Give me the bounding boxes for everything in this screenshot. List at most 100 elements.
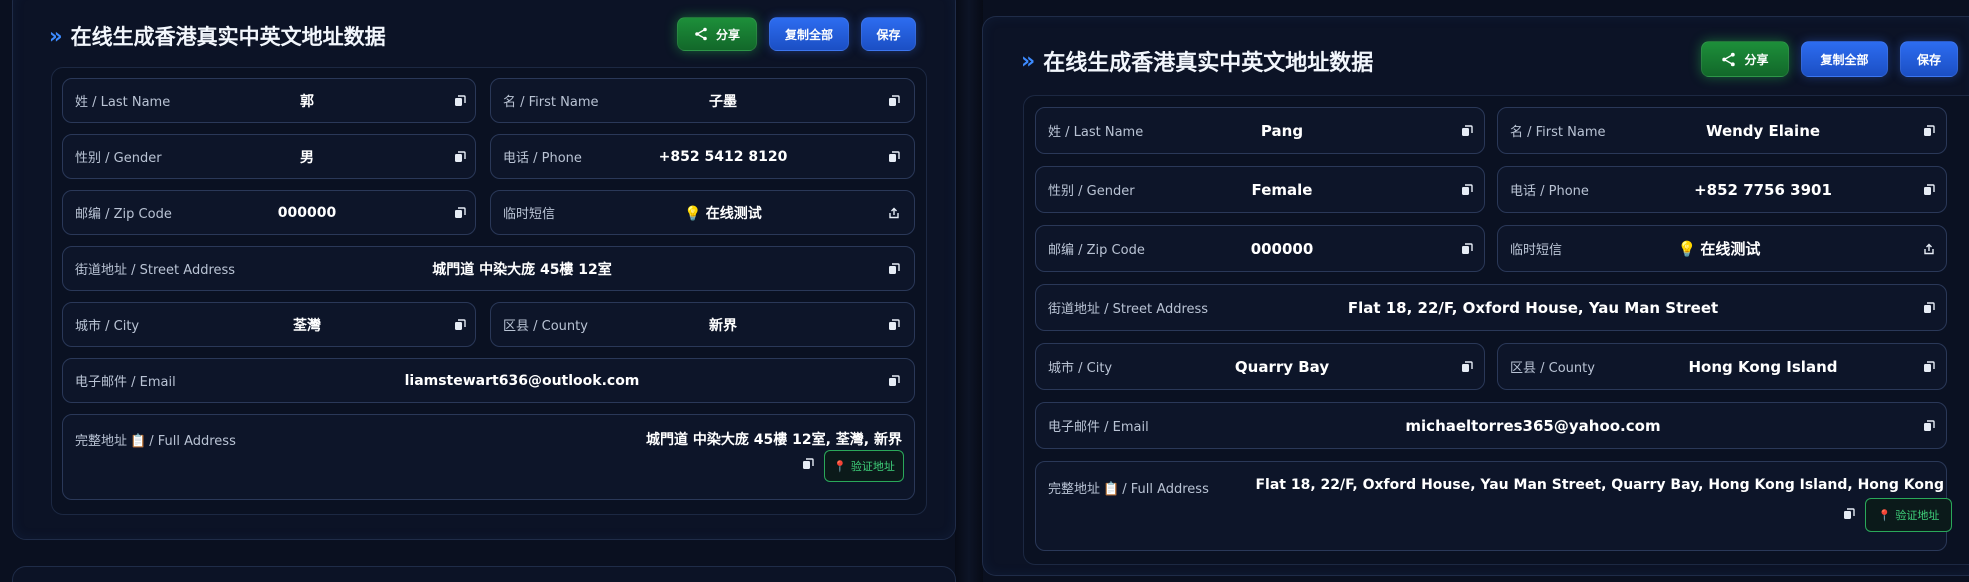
email-field[interactable]: 电子邮件 / Email michaeltorres365@yahoo.com [1035,402,1947,449]
field-label: 电话 / Phone [1510,184,1589,199]
field-label: 完整地址 📋 / Full Address [75,434,236,449]
save-button[interactable]: 保存 [861,17,916,51]
sms-field[interactable]: 临时短信 💡 在线测试 [490,190,915,235]
last-name-field[interactable]: 姓 / Last Name 郭 [62,78,476,123]
email-value: liamstewart636@outlook.com [404,372,640,389]
copy-icon[interactable] [801,457,815,471]
lightbulb-icon: 💡 [684,205,702,222]
copy-icon[interactable] [887,150,901,164]
last-name-field[interactable]: 姓 / Last Name Pang [1035,107,1485,154]
city-field[interactable]: 城市 / City Quarry Bay [1035,343,1485,390]
gender-field[interactable]: 性别 / Gender 男 [62,134,476,179]
street-address-field[interactable]: 街道地址 / Street Address 城門道 中染大庞 45樓 12室 [62,246,915,291]
copy-icon[interactable] [1460,360,1474,374]
phone-value: +852 7756 3901 [1694,180,1832,199]
field-label: 名 / First Name [1510,125,1606,140]
copy-icon[interactable] [1922,124,1936,138]
verify-address-button[interactable]: 📍 验证地址 [1865,498,1952,532]
zip-code-field[interactable]: 邮编 / Zip Code 000000 [62,190,476,235]
zip-code-value: 000000 [277,204,337,221]
share-icon [694,27,708,41]
email-field[interactable]: 电子邮件 / Email liamstewart636@outlook.com [62,358,915,403]
external-link-icon[interactable] [887,206,901,220]
verify-address-button[interactable]: 📍 验证地址 [824,450,904,482]
field-label: 城市 / City [1048,361,1113,376]
field-label: 姓 / Last Name [1048,125,1144,140]
street-address-value: Flat 18, 22/F, Oxford House, Yau Man Str… [1347,298,1719,317]
first-name-value: 子墨 [709,93,737,110]
full-address-value: 城門道 中染大庞 45樓 12室, 荃灣, 新界 [646,432,902,448]
gender-value: 男 [300,149,314,166]
copy-icon[interactable] [1460,183,1474,197]
address-panel-left: » 在线生成香港真实中英文地址数据 分享 复制全部 保存 姓 / Last Na… [12,0,956,540]
copy-icon[interactable] [887,318,901,332]
county-field[interactable]: 区县 / County 新界 [490,302,915,347]
copy-icon[interactable] [1460,242,1474,256]
copy-icon[interactable] [453,94,467,108]
first-name-field[interactable]: 名 / First Name Wendy Elaine [1497,107,1947,154]
copy-all-button[interactable]: 复制全部 [1801,41,1888,77]
external-link-icon[interactable] [1922,242,1936,256]
field-label: 区县 / County [1510,361,1595,376]
copy-icon[interactable] [887,374,901,388]
share-icon [1721,52,1736,67]
clipboard-icon: 📋 [1103,482,1120,497]
save-button[interactable]: 保存 [1900,41,1958,77]
field-label: 完整地址 📋 / Full Address [1048,482,1209,497]
sms-field[interactable]: 临时短信 💡 在线测试 [1497,225,1947,272]
copy-icon[interactable] [453,206,467,220]
phone-field[interactable]: 电话 / Phone +852 7756 3901 [1497,166,1947,213]
clipboard-icon: 📋 [130,434,147,449]
phone-field[interactable]: 电话 / Phone +852 5412 8120 [490,134,915,179]
county-value: 新界 [709,317,737,334]
copy-icon[interactable] [887,94,901,108]
last-name-value: Pang [1260,121,1304,140]
phone-value: +852 5412 8120 [658,148,788,165]
copy-icon[interactable] [1922,301,1936,315]
field-label: 电子邮件 / Email [1048,420,1149,435]
county-value: Hong Kong Island [1688,357,1838,376]
copy-icon[interactable] [453,318,467,332]
field-label: 电话 / Phone [503,151,582,166]
field-label: 邮编 / Zip Code [75,207,172,222]
share-button[interactable]: 分享 [1701,41,1789,77]
copy-icon[interactable] [1842,507,1856,521]
field-label: 临时短信 [503,207,556,222]
panel-header: » 在线生成香港真实中英文地址数据 分享 复制全部 保存 [983,37,1969,81]
sms-test-link[interactable]: 💡 在线测试 [684,203,761,223]
email-value: michaeltorres365@yahoo.com [1405,416,1661,435]
copy-icon[interactable] [1922,183,1936,197]
street-address-value: 城門道 中染大庞 45樓 12室 [432,261,612,278]
share-button[interactable]: 分享 [677,17,757,51]
copy-all-button[interactable]: 复制全部 [769,17,849,51]
copy-icon[interactable] [1922,419,1936,433]
street-address-field[interactable]: 街道地址 / Street Address Flat 18, 22/F, Oxf… [1035,284,1947,331]
copy-icon[interactable] [887,262,901,276]
field-label: 姓 / Last Name [75,95,171,110]
page-title: » 在线生成香港真实中英文地址数据 [1021,48,1374,77]
double-chevron-icon: » [1021,48,1036,74]
first-name-field[interactable]: 名 / First Name 子墨 [490,78,915,123]
header-actions: 分享 复制全部 保存 [677,17,916,51]
field-label: 性别 / Gender [75,151,162,166]
pin-icon: 📍 [833,459,847,473]
city-field[interactable]: 城市 / City 荃灣 [62,302,476,347]
copy-icon[interactable] [453,150,467,164]
county-field[interactable]: 区县 / County Hong Kong Island [1497,343,1947,390]
panel-divider [955,0,983,582]
field-label: 区县 / County [503,319,588,334]
page-title: » 在线生成香港真实中英文地址数据 [49,24,386,49]
zip-code-field[interactable]: 邮编 / Zip Code 000000 [1035,225,1485,272]
full-address-value: Flat 18, 22/F, Oxford House, Yau Man Str… [1255,477,1944,493]
city-value: Quarry Bay [1234,357,1330,376]
first-name-value: Wendy Elaine [1705,121,1821,140]
full-address-field[interactable]: 完整地址 📋 / Full Address Flat 18, 22/F, Oxfor… [1035,461,1952,551]
header-actions: 分享 复制全部 保存 [1701,41,1958,77]
copy-icon[interactable] [1460,124,1474,138]
gender-field[interactable]: 性别 / Gender Female [1035,166,1485,213]
sms-test-link[interactable]: 💡 在线测试 [1678,238,1761,259]
full-address-field[interactable]: 完整地址 📋 / Full Address 城門道 中染大庞 45樓 12室, 荃灣… [62,414,915,500]
copy-icon[interactable] [1922,360,1936,374]
zip-code-value: 000000 [1250,239,1314,258]
field-label: 邮编 / Zip Code [1048,243,1145,258]
